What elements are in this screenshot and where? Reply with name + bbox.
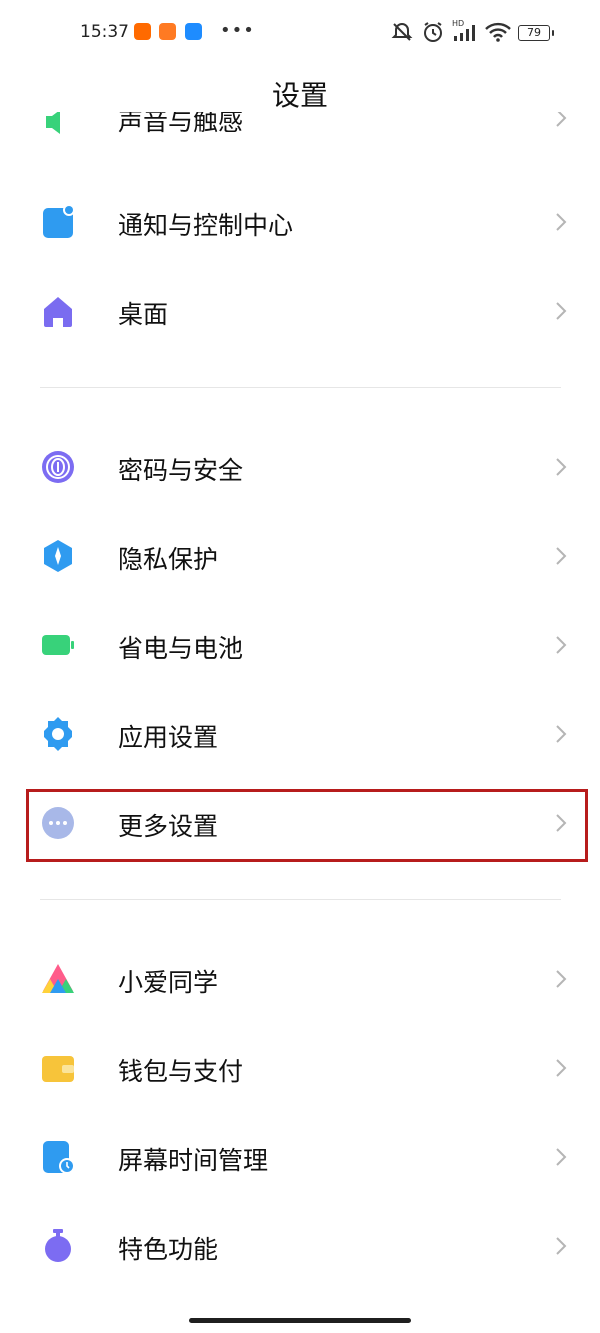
sound-icon	[46, 112, 60, 134]
dingtalk-app-icon	[185, 23, 202, 40]
status-bar: 15:37 ••• HD 79	[0, 0, 600, 66]
more-notifications-icon: •••	[220, 20, 255, 41]
settings-item-label: 密码与安全	[118, 456, 244, 485]
signal-icon	[454, 25, 475, 41]
home-indicator[interactable]	[189, 1318, 411, 1323]
settings-item-label: 通知与控制中心	[118, 211, 294, 240]
store-app-icon	[159, 23, 176, 40]
settings-item-label: 屏幕时间管理	[118, 1146, 269, 1175]
chevron-right-icon	[556, 1148, 567, 1166]
highlight-box	[26, 789, 588, 862]
settings-item-battery[interactable]: 省电与电池	[0, 601, 600, 690]
settings-item-features[interactable]: 特色功能	[0, 1202, 600, 1291]
settings-item-label: 声音与触感	[118, 112, 244, 136]
screen-time-icon	[43, 1141, 75, 1174]
section-divider	[40, 387, 561, 388]
mi-app-icon	[134, 23, 151, 40]
chevron-right-icon	[556, 302, 567, 320]
settings-item-label: 隐私保护	[118, 545, 219, 574]
mute-icon	[391, 23, 413, 41]
battery-icon: 79	[518, 25, 554, 41]
alarm-icon	[424, 22, 442, 42]
wallet-icon	[42, 1056, 74, 1082]
settings-item-label: 特色功能	[118, 1235, 219, 1264]
chevron-right-icon	[556, 213, 567, 231]
section-divider	[40, 899, 561, 900]
settings-item-label: 桌面	[118, 300, 169, 329]
settings-item-password-security[interactable]: 密码与安全	[0, 423, 600, 512]
chevron-right-icon	[556, 547, 567, 565]
gear-icon	[44, 717, 72, 751]
chevron-right-icon	[556, 636, 567, 654]
privacy-shield-icon	[44, 540, 72, 572]
status-time: 15:37	[80, 22, 129, 42]
chevron-right-icon	[556, 112, 567, 127]
settings-item-sound[interactable]: 声音与触感	[0, 112, 600, 148]
settings-item-screen-time[interactable]: 屏幕时间管理	[0, 1113, 600, 1202]
settings-item-label: 应用设置	[118, 723, 219, 752]
features-icon	[45, 1229, 71, 1262]
settings-item-label: 小爱同学	[118, 968, 219, 997]
home-icon	[44, 297, 72, 327]
settings-item-app-settings[interactable]: 应用设置	[0, 690, 600, 779]
settings-item-label: 省电与电池	[118, 634, 244, 663]
settings-item-label: 钱包与支付	[118, 1057, 244, 1086]
xiaoai-icon	[42, 964, 74, 993]
settings-item-desktop[interactable]: 桌面	[0, 267, 600, 356]
chevron-right-icon	[556, 458, 567, 476]
notification-icon	[43, 204, 75, 238]
fingerprint-icon	[42, 451, 74, 483]
chevron-right-icon	[556, 725, 567, 743]
battery-saver-icon	[42, 635, 74, 655]
settings-item-wallet[interactable]: 钱包与支付	[0, 1024, 600, 1113]
chevron-right-icon	[556, 1237, 567, 1255]
chevron-right-icon	[556, 1059, 567, 1077]
page-title: 设置	[271, 79, 328, 112]
settings-item-xiaoai[interactable]: 小爱同学	[0, 935, 600, 1024]
wifi-icon	[485, 22, 511, 42]
chevron-right-icon	[556, 970, 567, 988]
settings-item-privacy[interactable]: 隐私保护	[0, 512, 600, 601]
settings-item-notifications[interactable]: 通知与控制中心	[0, 178, 600, 267]
